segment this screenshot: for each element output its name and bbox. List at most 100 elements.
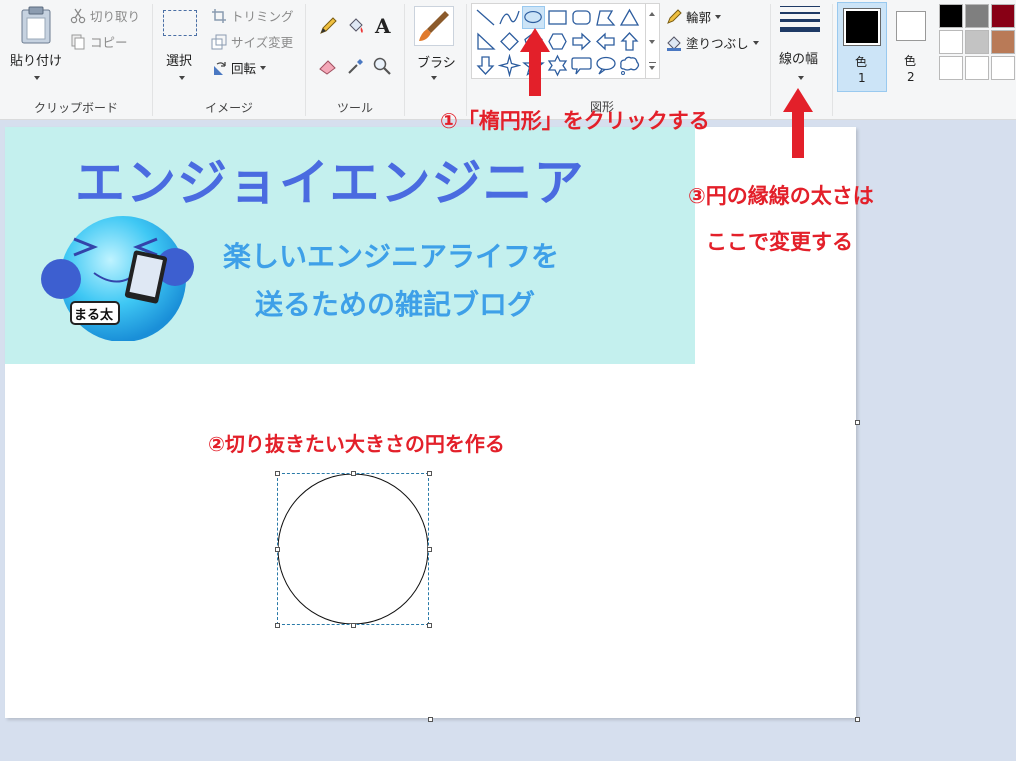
outline-button[interactable]: 輪郭 [666,7,722,26]
mascot-image [41,216,194,341]
rounded-rectangle-shape[interactable] [570,6,593,29]
select-label: 選択 [166,54,193,69]
banner-subtitle-line2: 送るための雑記ブログ [255,288,536,321]
left-arrow-shape[interactable] [594,30,617,53]
outline-pen-icon [667,8,682,24]
fill-dropdown-caret [752,40,759,45]
palette-swatch[interactable] [939,4,963,28]
resize-icon [211,34,227,49]
palette-swatch[interactable] [991,4,1015,28]
resize-handle[interactable] [275,623,280,628]
color2-swatch [899,14,923,38]
expand-gallery-caret[interactable] [649,66,655,70]
canvas-resize-handle-bottom[interactable] [428,717,433,722]
color2-button[interactable]: 色 2 [889,2,933,92]
resize-label: サイズ変更 [231,35,294,50]
clipboard-group-label: クリップボード [33,101,118,115]
drawing-canvas[interactable]: エンジョイエンジニア まる太 楽しいエンジニアライフを 送るための雑記ブログ [5,127,856,718]
tools-group: A ツール [306,0,404,120]
brush-button[interactable]: ブラシ [405,0,465,120]
color1-swatch-frame [843,8,881,46]
rounded-callout-shape[interactable] [570,54,593,77]
image-group-label: イメージ [205,101,253,115]
crop-button[interactable]: トリミング [211,6,294,25]
eraser-icon[interactable] [318,56,338,76]
oval-callout-shape[interactable] [594,54,617,77]
expand-gallery-icon[interactable] [649,62,656,63]
canvas-resize-handle-right[interactable] [855,420,860,425]
fill-bucket-icon[interactable] [346,16,366,36]
banner-subtitle-line1: 楽しいエンジニアライフを [223,240,560,273]
line-width-icon [780,6,820,32]
fill-button[interactable]: 塗りつぶし [666,33,759,52]
magnifier-icon[interactable] [372,56,392,76]
color-picker-icon[interactable] [346,56,366,76]
resize-button[interactable]: サイズ変更 [211,32,293,51]
cloud-callout-shape[interactable] [618,54,641,77]
scroll-down-icon[interactable] [649,40,655,44]
shape-selection-box[interactable] [275,471,432,628]
size-label: 線の幅 [779,52,819,67]
resize-handle[interactable] [351,471,356,476]
fill-icon [667,35,681,51]
palette-swatch[interactable] [939,56,963,80]
polygon-shape[interactable] [594,6,617,29]
palette-swatch[interactable] [965,30,989,54]
resize-handle[interactable] [427,623,432,628]
color1-button[interactable]: 色 1 [837,2,887,92]
copy-label: コピー [90,35,128,50]
resize-handle[interactable] [351,623,356,628]
scroll-up-icon[interactable] [649,12,655,16]
mascot-tag: まる太 [74,308,114,323]
image-group: 選択 トリミング サイズ変更 回転 イメージ [153,0,305,120]
ribbon: 貼り付け 切り取り コピー クリップボード 選択 トリミング サイズ変更 回転 … [0,0,1016,120]
select-button[interactable]: 選択 [159,6,205,86]
annotation-step2: ②切り抜きたい大きさの円を作る [208,432,505,456]
brush-icon [419,11,449,41]
resize-handle[interactable] [427,471,432,476]
palette-swatch[interactable] [939,30,963,54]
svg-text:A: A [374,14,391,36]
color2-swatch-frame [896,11,926,41]
paste-label: 貼り付け [10,54,63,69]
paste-button[interactable]: 貼り付け [4,2,66,88]
blog-banner-image: エンジョイエンジニア まる太 楽しいエンジニアライフを 送るための雑記ブログ [5,127,695,364]
annotation-arrow-up-shapes [520,28,550,96]
rotate-dropdown-caret [260,65,267,70]
triangle-shape[interactable] [618,6,641,29]
color1-label: 色 [855,55,868,69]
resize-handle[interactable] [275,471,280,476]
pencil-icon[interactable] [318,16,338,36]
line-shape[interactable] [474,6,497,29]
annotation-step3-line1: ③円の縁線の太さは [688,184,874,208]
annotation-arrow-up-size [783,88,813,158]
palette-swatch[interactable] [991,30,1015,54]
up-arrow-shape[interactable] [618,30,641,53]
resize-handle[interactable] [427,547,432,552]
rotate-label: 回転 [231,61,257,76]
right-arrow-shape[interactable] [570,30,593,53]
clipboard-group: 貼り付け 切り取り コピー クリップボード [0,0,152,120]
banner-title: エンジョイエンジニア [75,154,585,212]
text-icon[interactable]: A [372,14,394,36]
drawn-ellipse[interactable] [278,474,428,624]
canvas-resize-handle-corner[interactable] [855,717,860,722]
color2-number: 2 [907,70,915,84]
shapes-gallery-scroll[interactable] [646,3,660,79]
annotation-step3-line2: ここで変更する [706,230,853,254]
crop-icon [212,8,226,23]
rotate-button[interactable]: 回転 [211,58,267,77]
cut-button[interactable]: 切り取り [70,6,140,25]
copy-button[interactable]: コピー [70,32,128,51]
tools-group-label: ツール [336,101,373,115]
palette-swatch[interactable] [991,56,1015,80]
group-divider [466,4,467,116]
outline-label: 輪郭 [686,10,712,25]
resize-handle[interactable] [275,547,280,552]
brush-label: ブラシ [417,56,456,71]
palette-swatch[interactable] [965,4,989,28]
right-triangle-shape[interactable] [474,30,497,53]
palette-swatch[interactable] [965,56,989,80]
down-arrow-shape[interactable] [474,54,497,77]
brush-dropdown-caret [431,76,437,80]
